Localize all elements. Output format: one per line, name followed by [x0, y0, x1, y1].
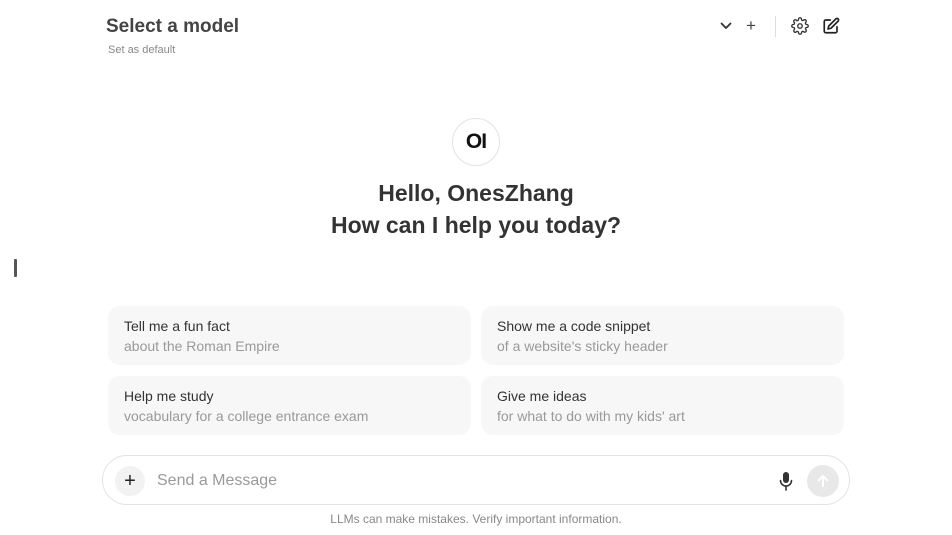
model-dropdown-button[interactable]: [715, 14, 737, 38]
greeting-title: Hello, OnesZhang: [378, 180, 574, 206]
suggestion-title: Show me a code snippet: [497, 318, 651, 334]
suggestion-card[interactable]: Tell me a fun fact about the Roman Empir…: [108, 306, 471, 365]
message-input[interactable]: [157, 468, 757, 494]
arrow-up-icon: [817, 475, 829, 487]
message-composer: +: [102, 455, 850, 505]
suggestion-subtitle: of a website's sticky header: [497, 338, 668, 354]
header-divider: [775, 16, 776, 37]
add-model-button[interactable]: +: [740, 14, 762, 38]
gear-icon: [791, 17, 809, 35]
attach-button[interactable]: +: [115, 466, 145, 496]
set-as-default-link[interactable]: Set as default: [108, 44, 175, 56]
plus-icon: +: [746, 16, 756, 35]
suggestion-title: Tell me a fun fact: [124, 318, 230, 334]
send-button[interactable]: [807, 465, 839, 497]
suggestion-subtitle: for what to do with my kids' art: [497, 408, 685, 424]
greeting-subtitle: How can I help you today?: [330, 212, 622, 238]
sidebar-toggle-handle[interactable]: [14, 259, 17, 277]
disclaimer-text: LLMs can make mistakes. Verify important…: [330, 512, 622, 526]
settings-button[interactable]: [789, 14, 811, 38]
voice-input-button[interactable]: [776, 470, 796, 492]
app-logo: OI: [452, 118, 500, 166]
suggestion-card[interactable]: Help me study vocabulary for a college e…: [108, 376, 471, 435]
new-chat-button[interactable]: [820, 14, 842, 38]
suggestion-card[interactable]: Show me a code snippet of a website's st…: [481, 306, 844, 365]
suggestion-subtitle: vocabulary for a college entrance exam: [124, 408, 369, 424]
microphone-icon: [779, 472, 793, 491]
suggestion-title: Help me study: [124, 388, 214, 404]
suggestion-subtitle: about the Roman Empire: [124, 338, 280, 354]
model-selector-label[interactable]: Select a model: [106, 16, 239, 38]
suggestion-card[interactable]: Give me ideas for what to do with my kid…: [481, 376, 844, 435]
chevron-down-icon: [720, 22, 732, 29]
chat-header: Select a model Set as default +: [106, 14, 844, 60]
edit-icon: [823, 17, 840, 34]
plus-icon: +: [124, 469, 136, 492]
suggestion-title: Give me ideas: [497, 388, 587, 404]
